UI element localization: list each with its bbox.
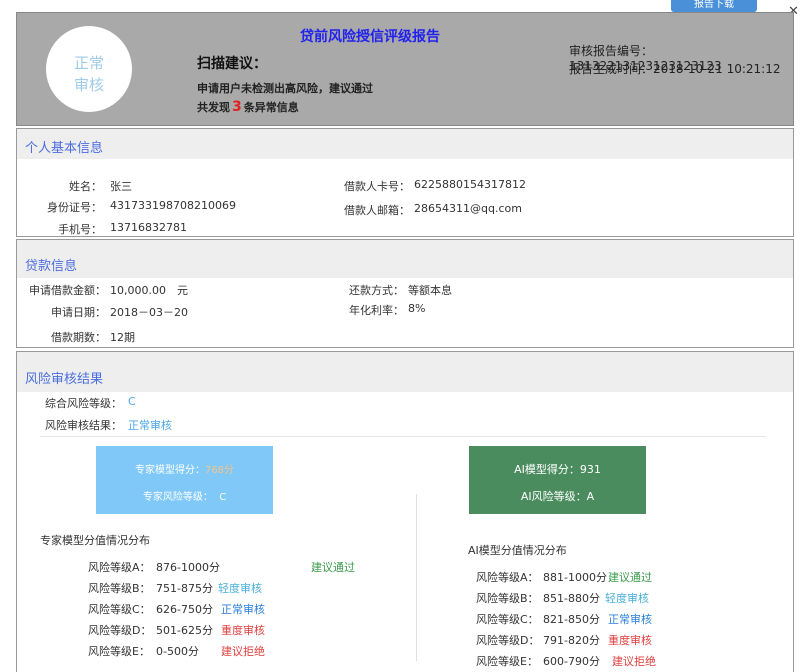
amount-label: 申请借款金额： (29, 284, 106, 297)
card-value: 6225880154317812 (414, 178, 526, 191)
expert-row-range-2: 626-750分 (156, 603, 213, 616)
ai-row-level-2: 风险等级C： (476, 613, 539, 626)
audit-result-value: 正常审核 (128, 419, 172, 432)
personal-info-title: 个人基本信息 (25, 141, 104, 156)
audit-stamp: 正常 审核 (46, 26, 132, 112)
expert-level-line: 专家风险等级： C (96, 488, 273, 503)
expert-row-advice-2: 正常审核 (221, 603, 265, 616)
scan-advice-title: 扫描建议： (197, 56, 267, 72)
anomaly-count: 3 (232, 99, 242, 115)
ai-row-level-0: 风险等级A： (476, 571, 539, 584)
ai-dist-title: AI模型分值情况分布 (468, 544, 567, 557)
expert-row-level-4: 风险等级E： (88, 645, 150, 658)
ai-score-value: 931 (579, 463, 601, 476)
stamp-line1: 正常 (73, 54, 104, 72)
ai-row-range-3: 791-820分 (543, 634, 600, 647)
ai-row-range-4: 600-790分 (543, 655, 600, 668)
divider (40, 436, 766, 437)
phone-label: 手机号： (58, 223, 102, 236)
expert-row-advice-4: 建议拒绝 (221, 645, 265, 658)
overall-level-label: 综合风险等级： (45, 397, 122, 410)
scan-advice-text: 申请用户未检测出高风险，建议通过 (197, 82, 373, 95)
expert-row-range-4: 0-500分 (156, 645, 199, 658)
risk-result-header: 风险审核结果 (17, 352, 793, 392)
ai-row-range-1: 851-880分 (543, 592, 600, 605)
ai-row-advice-2: 正常审核 (608, 613, 652, 626)
date-label: 申请日期： (51, 306, 106, 319)
ai-row-range-0: 881-1000分 (543, 571, 607, 584)
expert-row-advice-3: 重度审核 (221, 624, 265, 637)
report-no-label: 审核报告编号： (569, 44, 654, 58)
column-divider (416, 494, 417, 661)
overall-level-value: C (128, 395, 136, 408)
found-suffix: 条异常信息 (243, 101, 299, 114)
found-prefix: 共发现 (197, 101, 230, 114)
date-value: 2018－03－20 (110, 306, 188, 319)
email-label: 借款人邮箱： (344, 204, 410, 217)
id-value: 431733198708210069 (110, 199, 236, 212)
expert-row-level-0: 风险等级A： (88, 561, 151, 574)
card-label: 借款人卡号： (344, 180, 410, 193)
expert-row-advice-0: 建议通过 (311, 561, 355, 574)
loan-info-title: 贷款信息 (25, 259, 78, 274)
expert-row-advice-1: 轻度审核 (218, 582, 262, 595)
repay-label: 还款方式： (349, 284, 404, 297)
ai-level-value: A (586, 490, 595, 503)
ai-row-advice-3: 重度审核 (608, 634, 652, 647)
expert-level-value: C (219, 492, 227, 503)
periods-label: 借款期数： (51, 331, 106, 344)
risk-result-title: 风险审核结果 (25, 372, 104, 387)
report-title: 贷前风险授信评级报告 (300, 29, 440, 45)
ai-score-label: AI模型得分： (514, 463, 580, 476)
stamp-line2: 审核 (73, 76, 104, 94)
expert-row-level-3: 风险等级D： (88, 624, 152, 637)
expert-row-level-1: 风险等级B： (88, 582, 151, 595)
anomaly-summary: 共发现 3 条异常信息 (197, 99, 299, 115)
expert-score-label: 专家模型得分： (134, 465, 205, 476)
expert-dist-title: 专家模型分值情况分布 (40, 534, 150, 547)
phone-value: 13716832781 (110, 221, 187, 234)
expert-level-label: 专家风险等级： (142, 492, 213, 503)
loan-info-header: 贷款信息 (17, 240, 793, 278)
rate-label: 年化利率： (349, 304, 404, 317)
report-time-label: 报告生成时间： (569, 62, 654, 76)
periods-value: 12期 (110, 331, 135, 344)
ai-row-range-2: 821-850分 (543, 613, 600, 626)
expert-model-card (96, 446, 273, 514)
ai-score-line: AI模型得分：931 (469, 461, 646, 477)
email-value: 28654311@qq.com (414, 202, 522, 215)
ai-level-line: AI风险等级：A (469, 488, 646, 504)
report-time: 报告生成时间：2018-10-21 10:21:12 (569, 60, 780, 77)
expert-row-range-0: 876-1000分 (156, 561, 220, 574)
ai-row-level-4: 风险等级E： (476, 655, 538, 668)
ai-level-label: AI风险等级： (520, 490, 587, 503)
rate-value: 8% (408, 302, 426, 315)
personal-info-header: 个人基本信息 (17, 129, 793, 159)
name-value: 张三 (110, 180, 132, 193)
ai-row-level-3: 风险等级D： (476, 634, 540, 647)
name-label: 姓名： (69, 180, 102, 193)
download-report-button[interactable]: 报告下载 (671, 0, 757, 12)
ai-row-advice-4: 建议拒绝 (612, 655, 656, 668)
ai-row-level-1: 风险等级B： (476, 592, 539, 605)
amount-value: 10,000.00 元 (110, 284, 188, 297)
ai-row-advice-0: 建议通过 (608, 571, 652, 584)
expert-row-level-2: 风险等级C： (88, 603, 151, 616)
report-time-value: 2018-10-21 10:21:12 (653, 62, 781, 76)
expert-score-value: 768分 (204, 465, 235, 476)
expert-score-line: 专家模型得分：768分 (96, 461, 273, 476)
ai-row-advice-1: 轻度审核 (605, 592, 649, 605)
id-label: 身份证号： (47, 201, 102, 214)
audit-result-label: 风险审核结果： (45, 419, 122, 432)
expert-row-range-1: 751-875分 (156, 582, 213, 595)
repay-value: 等额本息 (408, 284, 452, 297)
expert-row-range-3: 501-625分 (156, 624, 213, 637)
